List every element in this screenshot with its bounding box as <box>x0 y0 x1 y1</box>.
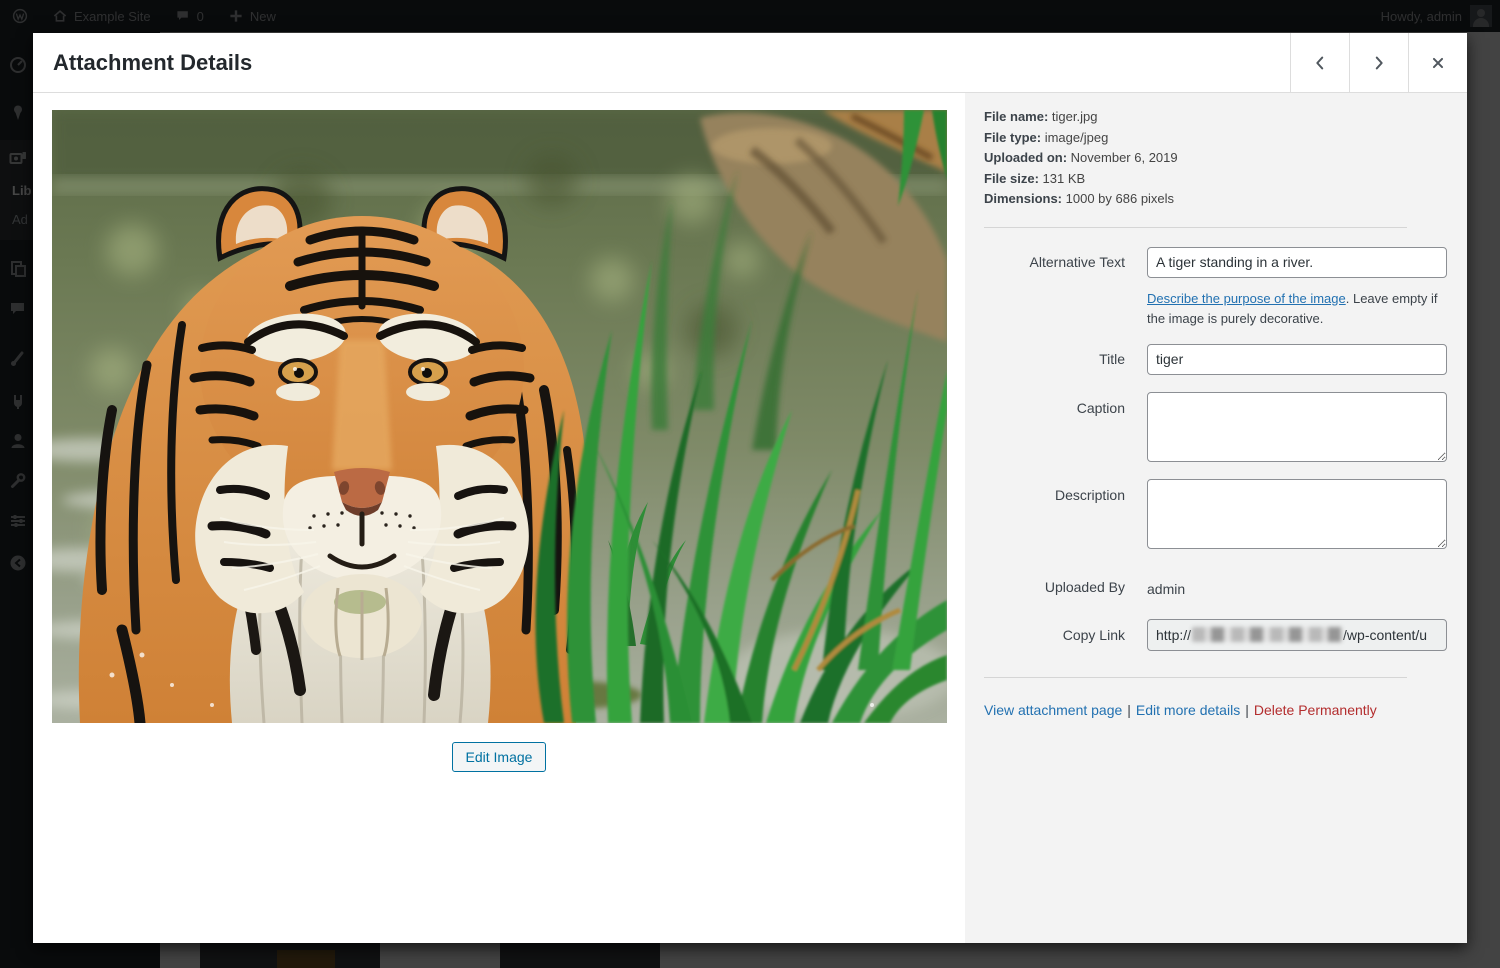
chevron-left-icon <box>1311 54 1329 72</box>
file-size-meta: File size: 131 KB <box>984 169 1447 190</box>
attachment-preview-image <box>52 110 947 723</box>
divider <box>984 227 1407 228</box>
attachment-actions: View attachment page|Edit more details|D… <box>984 702 1447 718</box>
file-name-label: File name: <box>984 109 1048 124</box>
separator: | <box>1240 702 1254 718</box>
copy-link-label: Copy Link <box>984 619 1125 651</box>
chevron-right-icon <box>1370 54 1388 72</box>
attachment-details-sidebar: File name: tiger.jpg File type: image/jp… <box>965 93 1467 943</box>
title-input[interactable] <box>1147 344 1447 375</box>
separator: | <box>1122 702 1136 718</box>
screen: Lib Ad <box>0 0 1500 968</box>
alt-text-input[interactable] <box>1147 247 1447 278</box>
close-modal-button[interactable] <box>1408 33 1467 92</box>
copy-link-field[interactable]: http:// /wp-content/u <box>1147 619 1447 651</box>
title-row: Title <box>984 344 1447 375</box>
description-label: Description <box>984 479 1125 552</box>
file-size-label: File size: <box>984 171 1039 186</box>
attachment-details-modal: Attachment Details <box>33 33 1467 943</box>
file-size-value: 131 KB <box>1043 171 1086 186</box>
close-icon <box>1429 54 1447 72</box>
caption-label: Caption <box>984 392 1125 465</box>
file-name-value: tiger.jpg <box>1052 109 1098 124</box>
redacted-url-blur <box>1192 627 1342 642</box>
delete-permanently-link[interactable]: Delete Permanently <box>1254 702 1377 718</box>
attachment-media-view: Edit Image <box>33 93 965 943</box>
alt-text-help: Describe the purpose of the image. Leave… <box>1147 289 1447 329</box>
uploaded-by-value: admin <box>1147 577 1447 599</box>
modal-header: Attachment Details <box>33 33 1467 93</box>
alt-text-row: Alternative Text <box>984 247 1447 278</box>
description-textarea[interactable] <box>1147 479 1447 549</box>
next-attachment-button[interactable] <box>1349 33 1408 92</box>
uploaded-on-label: Uploaded on: <box>984 150 1067 165</box>
edit-image-button[interactable]: Edit Image <box>452 742 547 772</box>
tiger-photo-illustration <box>52 110 947 723</box>
dimensions-label: Dimensions: <box>984 191 1062 206</box>
describe-purpose-link[interactable]: Describe the purpose of the image <box>1147 291 1346 306</box>
alt-text-label: Alternative Text <box>984 247 1125 278</box>
uploaded-by-row: Uploaded By admin <box>984 577 1447 599</box>
url-suffix: /wp-content/u <box>1343 627 1427 643</box>
previous-attachment-button[interactable] <box>1290 33 1349 92</box>
description-row: Description <box>984 479 1447 552</box>
modal-title: Attachment Details <box>33 33 1290 92</box>
caption-textarea[interactable] <box>1147 392 1447 462</box>
uploaded-on-value: November 6, 2019 <box>1071 150 1178 165</box>
file-type-value: image/jpeg <box>1045 130 1109 145</box>
url-prefix: http:// <box>1156 627 1191 643</box>
file-type-meta: File type: image/jpeg <box>984 128 1447 149</box>
file-name-meta: File name: tiger.jpg <box>984 107 1447 128</box>
title-label: Title <box>984 344 1125 375</box>
uploaded-on-meta: Uploaded on: November 6, 2019 <box>984 148 1447 169</box>
edit-more-details-link[interactable]: Edit more details <box>1136 702 1240 718</box>
divider <box>984 677 1407 678</box>
uploaded-by-label: Uploaded By <box>984 577 1125 599</box>
copy-link-row: Copy Link http:// /wp-content/u <box>984 619 1447 651</box>
dimensions-meta: Dimensions: 1000 by 686 pixels <box>984 189 1447 210</box>
caption-row: Caption <box>984 392 1447 465</box>
modal-body: Edit Image File name: tiger.jpg File typ… <box>33 93 1467 943</box>
view-attachment-page-link[interactable]: View attachment page <box>984 702 1122 718</box>
file-type-label: File type: <box>984 130 1041 145</box>
dimensions-value: 1000 by 686 pixels <box>1066 191 1174 206</box>
